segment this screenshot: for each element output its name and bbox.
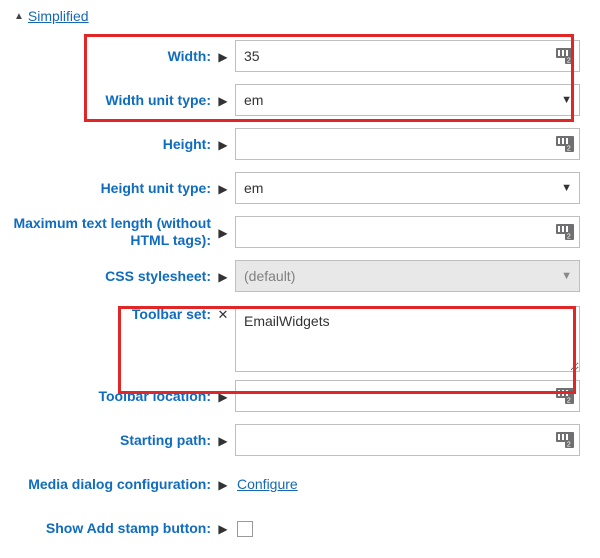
clear-icon[interactable]: ✕ bbox=[215, 307, 231, 323]
section-header[interactable]: ▲ Simplified bbox=[14, 8, 580, 24]
label-starting-path: Starting path: bbox=[10, 432, 215, 449]
row-toolbar-loc: Toolbar location: ▶ 2 bbox=[10, 374, 580, 418]
label-toolbar-loc: Toolbar location: bbox=[10, 388, 215, 405]
expand-icon[interactable]: ▶ bbox=[215, 522, 231, 536]
row-starting-path: Starting path: ▶ 2 bbox=[10, 418, 580, 462]
label-css-sheet: CSS stylesheet: bbox=[10, 268, 215, 285]
label-max-text: Maximum text length (without HTML tags): bbox=[10, 215, 215, 249]
configure-link[interactable]: Configure bbox=[237, 476, 298, 492]
row-height: Height: ▶ 2 bbox=[10, 122, 580, 166]
label-height: Height: bbox=[10, 136, 215, 153]
width-unit-select[interactable]: em bbox=[235, 84, 580, 116]
section-title-link[interactable]: Simplified bbox=[28, 8, 89, 24]
row-toolbar-set: Toolbar set: ✕ bbox=[10, 298, 580, 374]
expand-icon[interactable]: ▶ bbox=[215, 182, 231, 196]
expand-icon[interactable]: ▶ bbox=[215, 478, 231, 492]
row-media-dlg: Media dialog configuration: ▶ Configure bbox=[10, 462, 580, 506]
expand-icon[interactable]: ▶ bbox=[215, 94, 231, 108]
row-max-text: Maximum text length (without HTML tags):… bbox=[10, 210, 580, 254]
label-toolbar-set: Toolbar set: bbox=[10, 306, 215, 323]
expand-icon[interactable]: ▶ bbox=[215, 270, 231, 284]
css-sheet-select[interactable]: (default) bbox=[235, 260, 580, 292]
height-unit-select[interactable]: em bbox=[235, 172, 580, 204]
expand-icon[interactable]: ▶ bbox=[215, 50, 231, 64]
row-width-unit: Width unit type: ▶ em ▼ bbox=[10, 78, 580, 122]
label-show-stamp: Show Add stamp button: bbox=[10, 520, 215, 537]
row-height-unit: Height unit type: ▶ em ▼ bbox=[10, 166, 580, 210]
row-width: Width: ▶ 2 bbox=[10, 34, 580, 78]
expand-icon[interactable]: ▶ bbox=[215, 390, 231, 404]
height-input[interactable] bbox=[235, 128, 580, 160]
expand-icon[interactable]: ▶ bbox=[215, 226, 231, 240]
label-height-unit: Height unit type: bbox=[10, 180, 215, 197]
row-show-stamp: Show Add stamp button: ▶ bbox=[10, 506, 580, 550]
width-input[interactable] bbox=[235, 40, 580, 72]
label-width: Width: bbox=[10, 48, 215, 65]
collapse-icon: ▲ bbox=[14, 11, 24, 22]
max-text-input[interactable] bbox=[235, 216, 580, 248]
label-width-unit: Width unit type: bbox=[10, 92, 215, 109]
row-css-sheet: CSS stylesheet: ▶ (default) ▼ bbox=[10, 254, 580, 298]
simplified-section: ▲ Simplified Width: ▶ 2 Width unit type:… bbox=[10, 8, 580, 550]
show-stamp-checkbox[interactable] bbox=[237, 521, 253, 537]
expand-icon[interactable]: ▶ bbox=[215, 138, 231, 152]
toolbar-set-textarea[interactable] bbox=[235, 306, 580, 372]
starting-path-input[interactable] bbox=[235, 424, 580, 456]
expand-icon[interactable]: ▶ bbox=[215, 434, 231, 448]
label-media-dlg: Media dialog configuration: bbox=[10, 476, 215, 493]
toolbar-loc-input[interactable] bbox=[235, 380, 580, 412]
